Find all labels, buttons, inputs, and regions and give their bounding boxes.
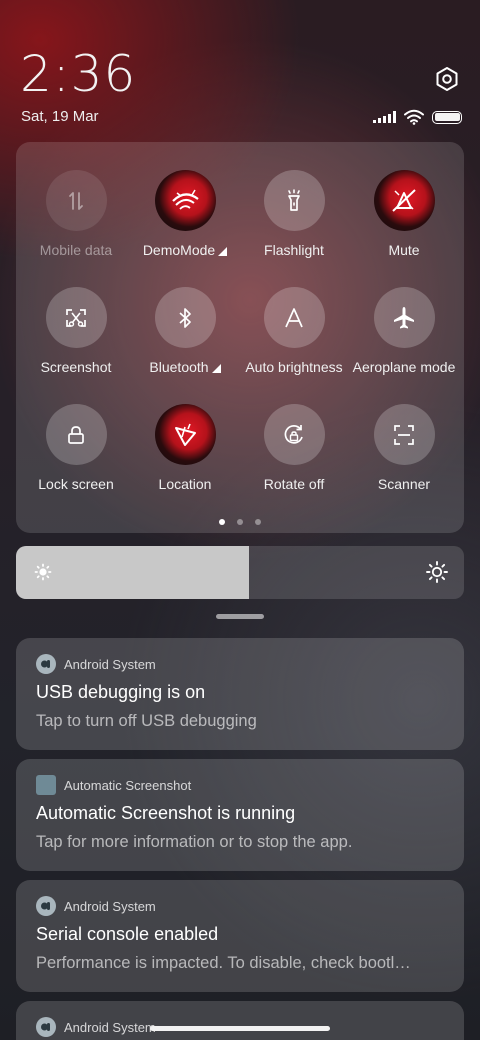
tile-label: Rotate off <box>263 476 325 492</box>
battery-icon <box>432 110 462 124</box>
flashlight-icon <box>263 170 325 231</box>
notification-body: Tap for more information or to stop the … <box>36 833 353 851</box>
tile-label: Auto brightness <box>245 359 343 375</box>
notification-title: Automatic Screenshot is running <box>36 803 296 823</box>
bluetooth-icon <box>154 287 216 348</box>
gear-icon <box>436 67 458 91</box>
page-dot <box>237 519 243 525</box>
signal-icon <box>373 111 396 123</box>
lock-icon <box>45 404 107 465</box>
tile-label: Aeroplane mode <box>352 359 456 375</box>
notification-app-name: Automatic Screenshot <box>64 777 192 793</box>
tile-label: Lock screen <box>38 476 114 492</box>
notification-card[interactable]: Automatic Screenshot Automatic Screensho… <box>16 759 464 871</box>
brightness-high-icon <box>426 561 448 583</box>
tile-mute[interactable]: Mute <box>349 170 459 270</box>
clock-time[interactable]: 2:36 <box>20 44 136 104</box>
notification-app-name: Android System <box>64 1019 156 1035</box>
status-icons <box>373 108 462 126</box>
tile-label: Scanner <box>377 476 431 492</box>
notification-card[interactable]: Android System <box>16 1001 464 1040</box>
scanner-icon <box>373 404 435 465</box>
notification-app-name: Android System <box>64 656 156 672</box>
tile-screenshot[interactable]: Screenshot <box>21 287 131 387</box>
android-system-icon <box>36 1017 56 1037</box>
brightness-low-icon <box>34 563 52 581</box>
wifi-icon <box>404 109 424 125</box>
tile-bluetooth[interactable]: Bluetooth <box>130 287 240 387</box>
quick-settings-panel: Mobile data DemoMode Flashlight Mute Scr… <box>16 142 464 533</box>
mute-app-icon <box>373 170 435 231</box>
tile-flashlight[interactable]: Flashlight <box>239 170 349 270</box>
notification-card[interactable]: Android System Serial console enabled Pe… <box>16 880 464 992</box>
tile-label: DemoMode <box>142 242 216 258</box>
tile-label: Mobile data <box>39 242 113 258</box>
gesture-navigation-bar[interactable] <box>150 1026 330 1031</box>
tile-label: Mute <box>388 242 420 258</box>
screenshot-icon <box>45 287 107 348</box>
tile-label: Location <box>158 476 212 492</box>
page-dot <box>219 519 225 525</box>
location-app-icon <box>154 404 216 465</box>
settings-button[interactable] <box>432 64 462 94</box>
automatic-screenshot-icon <box>36 775 56 795</box>
auto-brightness-icon <box>263 287 325 348</box>
tile-rotate-off[interactable]: Rotate off <box>239 404 349 504</box>
notification-title: USB debugging is on <box>36 682 206 702</box>
tile-scanner[interactable]: Scanner <box>349 404 459 504</box>
page-dot <box>255 519 261 525</box>
page-indicator <box>16 519 464 525</box>
notification-body: Performance is impacted. To disable, che… <box>36 954 411 972</box>
tile-location[interactable]: Location <box>130 404 240 504</box>
brightness-slider[interactable] <box>16 546 464 599</box>
tile-label: Flashlight <box>264 242 324 258</box>
android-system-icon <box>36 654 56 674</box>
aeroplane-icon <box>373 287 435 348</box>
tile-auto-brightness[interactable]: Auto brightness <box>239 287 349 387</box>
expand-arrow-icon[interactable] <box>211 363 221 373</box>
date-label[interactable]: Sat, 19 Mar <box>21 108 99 125</box>
tile-label: Bluetooth <box>149 359 209 375</box>
tile-mobile-data[interactable]: Mobile data <box>21 170 131 270</box>
tile-lock-screen[interactable]: Lock screen <box>21 404 131 504</box>
notification-body: Tap to turn off USB debugging <box>36 712 257 730</box>
expand-arrow-icon[interactable] <box>218 246 228 256</box>
notification-title: Serial console enabled <box>36 924 219 944</box>
notification-app-name: Android System <box>64 898 156 914</box>
android-system-icon <box>36 896 56 916</box>
drag-handle[interactable] <box>216 614 264 619</box>
rotate-lock-icon <box>263 404 325 465</box>
tile-aeroplane-mode[interactable]: Aeroplane mode <box>349 287 459 387</box>
notification-card[interactable]: Android System USB debugging is on Tap t… <box>16 638 464 750</box>
tile-demomode[interactable]: DemoMode <box>130 170 240 270</box>
mobile-data-icon <box>45 170 107 231</box>
tile-label: Screenshot <box>40 359 112 375</box>
demomode-app-icon <box>154 170 216 231</box>
